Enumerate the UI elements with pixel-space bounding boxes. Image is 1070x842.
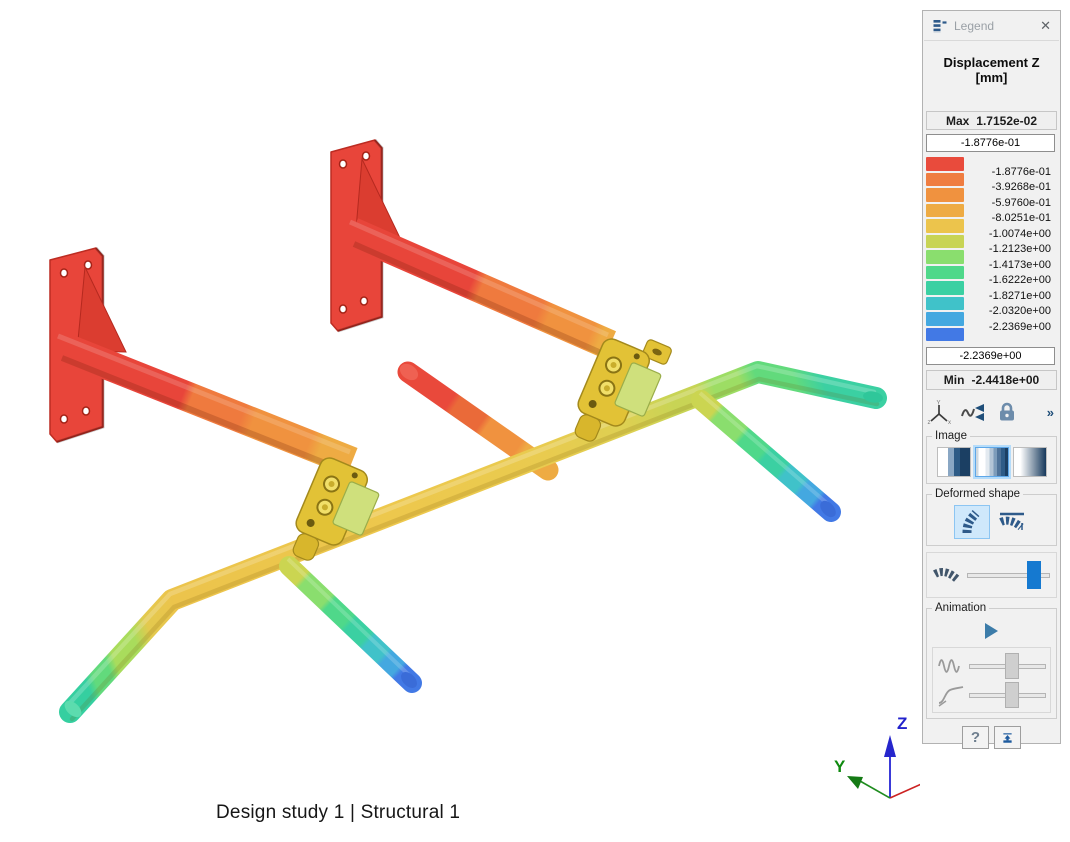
deformation-scale-slider[interactable] [967,560,1050,590]
bent-beam-icon [959,508,985,536]
triad-z-label: Z [897,714,907,733]
slider-handle[interactable] [1027,561,1041,589]
ramp-curve-icon [937,682,965,708]
image-style-bands-button[interactable] [937,447,971,477]
sine-wave-icon [937,653,965,679]
scale-label: -1.4173e+00 [989,258,1051,274]
scale-label: -1.2123e+00 [989,242,1051,258]
legend-title: Legend [954,19,1037,33]
color-scale: -1.8776e-01-3.9268e-01-5.9760e-01-8.0251… [923,157,1060,343]
scale-swatch [926,312,964,326]
animation-speed-row [937,680,1046,709]
wall-arm-right [350,222,610,356]
result-field-title: Displacement Z [mm] [923,55,1060,85]
dock-icon [1001,728,1014,748]
scale-swatch [926,328,964,342]
orientation-triad: Z X Y [834,714,920,798]
scale-swatch [926,235,964,249]
animation-amplitude-row [937,651,1046,680]
legend-icon [931,18,948,35]
scale-swatch [926,266,964,280]
upper-bound-input[interactable] [926,134,1055,152]
scale-label: -1.8271e+00 [989,289,1051,305]
scale-label: -5.9760e-01 [989,196,1051,212]
image-group-label: Image [932,430,970,442]
animation-group-label: Animation [932,602,989,614]
scale-swatch [926,188,964,202]
model-viewport[interactable]: Z X Y [0,0,920,842]
animation-group: Animation [926,608,1057,719]
legend-titlebar: Legend ✕ [923,11,1060,40]
slider-handle[interactable] [1005,653,1019,679]
more-chevron[interactable]: » [1047,405,1056,420]
help-button[interactable]: ? [962,726,989,749]
scale-label: -1.6222e+00 [989,273,1051,289]
min-value-row: Min -2.4418e+00 [926,370,1057,390]
deformed-mini-icon [933,564,961,586]
deformed-shape-on-button[interactable] [954,505,990,539]
max-value-row: Max 1.7152e-02 [926,111,1057,130]
scale-label-column: -1.8776e-01-3.9268e-01-5.9760e-01-8.0251… [989,165,1051,336]
dock-button[interactable] [994,726,1021,749]
grip-handle-right [700,393,839,520]
svg-text:x: x [948,420,951,425]
image-style-striped-button[interactable] [975,447,1009,477]
scale-label: -2.2369e+00 [989,320,1051,336]
scale-swatch [926,250,964,264]
deformed-shape-group-label: Deformed shape [932,488,1023,500]
probe-plot-icon[interactable] [960,400,986,424]
slider-handle[interactable] [1005,682,1019,708]
scale-swatch [926,157,964,171]
legend-toolbar: Y z x » [927,398,1056,426]
lower-bound-input[interactable] [926,347,1055,365]
svg-text:Y: Y [937,401,941,407]
deformed-shape-scale-button[interactable] [994,505,1030,539]
animation-amplitude-slider[interactable] [969,651,1046,681]
scale-swatch [926,297,964,311]
scale-label: -1.8776e-01 [989,165,1051,181]
result-field-name: Displacement Z [923,55,1060,70]
triad-tool-icon[interactable]: Y z x [927,399,951,425]
scale-label: -3.9268e-01 [989,180,1051,196]
image-group: Image [926,436,1057,484]
animation-controls [932,647,1051,713]
animation-speed-slider[interactable] [969,680,1046,710]
scale-swatch [926,219,964,233]
scale-label: -2.0320e+00 [989,304,1051,320]
triad-y-label: Y [834,757,846,776]
deformed-shape-group: Deformed shape [926,494,1057,546]
image-style-smooth-button[interactable] [1013,447,1047,477]
lock-icon[interactable] [995,400,1019,424]
legend-bottom-buttons: ? [923,726,1060,749]
scale-swatch [926,281,964,295]
result-field-unit: [mm] [923,70,1060,85]
svg-text:z: z [928,420,931,425]
legend-panel: Legend ✕ Displacement Z [mm] Max 1.7152e-… [922,10,1061,744]
deformation-scale-row [926,552,1057,598]
close-icon[interactable]: ✕ [1037,18,1054,34]
divider [924,40,1059,41]
deformed-scale-icon [998,509,1026,535]
play-button[interactable] [985,623,998,639]
scale-swatch-column [926,157,964,343]
min-label: Min [944,373,965,387]
grip-handle-left [288,559,420,691]
scale-label: -8.0251e-01 [989,211,1051,227]
scale-swatch [926,204,964,218]
max-value: 1.7152e-02 [976,114,1037,128]
scale-label: -1.0074e+00 [989,227,1051,243]
max-label: Max [946,114,969,128]
study-caption: Design study 1 | Structural 1 [216,802,460,824]
scale-swatch [926,173,964,187]
min-value: -2.4418e+00 [971,373,1039,387]
